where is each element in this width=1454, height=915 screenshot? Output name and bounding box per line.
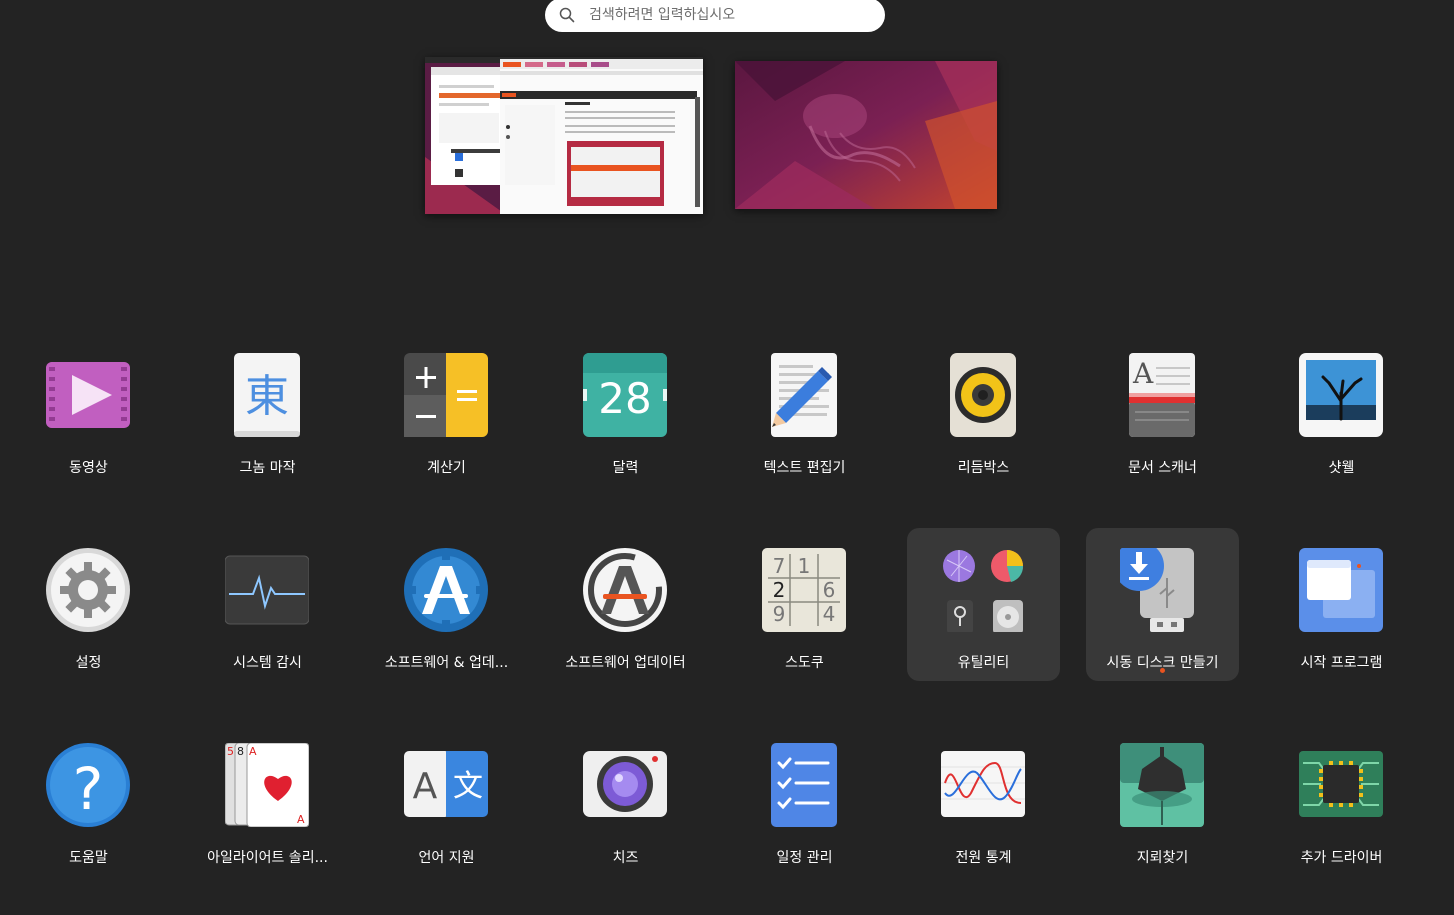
settings-icon (46, 548, 130, 632)
document-scanner-icon: A (1120, 353, 1204, 437)
app-label: 도움말 (69, 850, 108, 866)
app-aisleriot[interactable]: 5 8 A A 아일라이어트 솔리... (191, 723, 344, 876)
workspace-thumbnail-2[interactable] (735, 61, 997, 209)
app-label: 언어 지원 (418, 850, 475, 866)
shotwell-icon (1299, 353, 1383, 437)
svg-text:A: A (297, 813, 305, 826)
calendar-day-number: 28 (598, 374, 651, 423)
app-document-scanner[interactable]: A 문서 스캐너 (1086, 333, 1239, 486)
app-sudoku[interactable]: 7 1 2 6 9 4 스도쿠 (728, 528, 881, 681)
app-software-updates[interactable]: 소프트웨어 & 업데... (370, 528, 523, 681)
startup-applications-icon (1299, 548, 1383, 632)
sudoku-digit: 9 (773, 602, 786, 626)
help-icon: ? (46, 743, 130, 827)
app-mines[interactable]: 지뢰찾기 (1086, 723, 1239, 876)
app-rhythmbox[interactable]: 리듬박스 (907, 333, 1060, 486)
app-label: 유틸리티 (957, 655, 1010, 671)
calendar-icon: 28 (583, 353, 667, 437)
utilities-folder-icon (941, 548, 1025, 632)
cheese-icon (583, 743, 667, 827)
app-videos[interactable]: 동영상 (12, 333, 165, 486)
language-cjk-glyph: 文 (453, 769, 483, 804)
app-software-updater[interactable]: 소프트웨어 업데이터 (549, 528, 702, 681)
language-latin-glyph: A (413, 766, 438, 807)
app-label: 계산기 (427, 460, 466, 476)
app-label: 스도쿠 (785, 655, 824, 671)
running-indicator (1160, 668, 1165, 673)
app-label: 동영상 (69, 460, 108, 476)
app-shotwell[interactable]: 샷웰 (1265, 333, 1418, 486)
search-bar[interactable] (545, 0, 885, 32)
software-updater-icon (583, 548, 667, 632)
app-label: 치즈 (612, 850, 639, 866)
search-input[interactable] (587, 6, 885, 24)
svg-text:東: 東 (245, 371, 289, 422)
app-folder-utilities[interactable]: 유틸리티 (907, 528, 1060, 681)
help-question-mark: ? (73, 755, 104, 823)
app-mahjongg[interactable]: 東 그놈 마작 (191, 333, 344, 486)
svg-text:5: 5 (227, 745, 234, 758)
app-label: 소프트웨어 업데이터 (565, 655, 686, 671)
sudoku-digit: 6 (823, 578, 836, 602)
mahjongg-icon: 東 (225, 353, 309, 437)
rhythmbox-icon (941, 353, 1025, 437)
search-icon (559, 7, 575, 23)
app-system-monitor[interactable]: 시스템 감시 (191, 528, 344, 681)
software-updates-icon (404, 548, 488, 632)
language-support-icon: A 文 (404, 743, 488, 827)
power-statistics-icon (941, 743, 1025, 827)
app-label: 텍스트 편집기 (763, 460, 846, 476)
app-label: 설정 (75, 655, 102, 671)
app-additional-drivers[interactable]: 추가 드라이버 (1265, 723, 1418, 876)
additional-drivers-icon (1299, 743, 1383, 827)
app-startup-applications[interactable]: 시작 프로그램 (1265, 528, 1418, 681)
svg-text:A: A (249, 745, 257, 758)
text-editor-icon (762, 353, 846, 437)
system-monitor-icon (225, 548, 309, 632)
workspace-thumbnail-1[interactable] (425, 57, 703, 214)
app-label: 그놈 마작 (239, 460, 296, 476)
app-help[interactable]: ? 도움말 (12, 723, 165, 876)
sudoku-digit: 7 (773, 554, 786, 578)
app-label: 아일라이어트 솔리... (207, 850, 328, 866)
app-cheese[interactable]: 치즈 (549, 723, 702, 876)
aisleriot-solitaire-icon: 5 8 A A (225, 743, 309, 827)
app-label: 소프트웨어 & 업데... (384, 655, 509, 671)
app-text-editor[interactable]: 텍스트 편집기 (728, 333, 881, 486)
app-calendar[interactable]: 28 달력 (549, 333, 702, 486)
startup-disk-creator-icon (1120, 548, 1204, 632)
svg-text:A: A (1132, 357, 1154, 390)
app-power-statistics[interactable]: 전원 통계 (907, 723, 1060, 876)
sudoku-digit: 4 (823, 602, 836, 626)
app-label: 추가 드라이버 (1300, 850, 1383, 866)
app-label: 샷웰 (1328, 460, 1355, 476)
app-language-support[interactable]: A 文 언어 지원 (370, 723, 523, 876)
app-startup-disk-creator[interactable]: 시동 디스크 만들기 (1086, 528, 1239, 681)
calculator-icon (404, 353, 488, 437)
app-label: 시스템 감시 (233, 655, 302, 671)
app-label: 전원 통계 (955, 850, 1012, 866)
svg-text:8: 8 (237, 745, 244, 758)
app-label: 지뢰찾기 (1136, 850, 1189, 866)
sudoku-digit: 1 (798, 554, 811, 578)
videos-icon (46, 353, 130, 437)
app-label: 리듬박스 (957, 460, 1010, 476)
app-label: 일정 관리 (776, 850, 833, 866)
sudoku-icon: 7 1 2 6 9 4 (762, 548, 846, 632)
app-label: 시작 프로그램 (1300, 655, 1383, 671)
app-settings[interactable]: 설정 (12, 528, 165, 681)
app-label: 달력 (612, 460, 639, 476)
todo-icon (762, 743, 846, 827)
app-todo[interactable]: 일정 관리 (728, 723, 881, 876)
app-calculator[interactable]: 계산기 (370, 333, 523, 486)
sudoku-digit: 2 (773, 578, 786, 602)
mines-icon (1120, 743, 1204, 827)
app-label: 문서 스캐너 (1128, 460, 1197, 476)
